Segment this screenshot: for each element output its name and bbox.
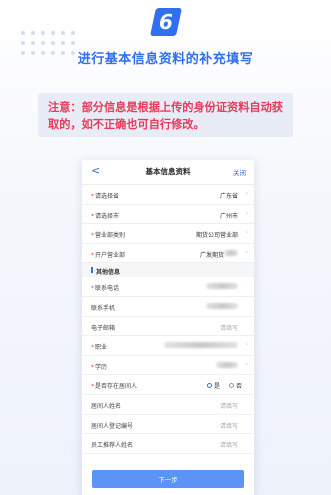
- field-label: 联系电话: [95, 285, 120, 293]
- radio-no[interactable]: 否: [228, 381, 242, 390]
- blurred-value: [224, 249, 238, 256]
- email-placeholder: 请填写: [219, 324, 238, 332]
- field-label: 居间人登记编号: [91, 422, 134, 430]
- chevron-right-icon: ›: [245, 248, 248, 256]
- intermediary-name-field[interactable]: 居间人姓名 请填写: [82, 395, 254, 415]
- required-mark: *: [91, 193, 94, 200]
- branch-value: 广发期货: [199, 251, 224, 259]
- province-value: 广东省: [219, 193, 238, 200]
- intermediary-id-field[interactable]: 居间人登记编号 请填写: [82, 415, 254, 435]
- mobile-field[interactable]: 联系手机: [82, 297, 254, 317]
- section-header: 其他信息: [82, 263, 254, 278]
- next-button[interactable]: 下一步: [92, 470, 244, 488]
- radio-yes[interactable]: 是: [206, 381, 220, 390]
- required-mark: *: [91, 232, 94, 240]
- branch-select[interactable]: *开户营业部 广发期货 ›: [82, 244, 254, 264]
- nav-bar: < 基本信息资料 关闭: [82, 160, 254, 185]
- city-value: 广州市: [219, 212, 238, 220]
- radio-checked-icon: [206, 383, 212, 389]
- step-badge: 6: [150, 8, 182, 36]
- nav-title: 基本信息资料: [145, 167, 191, 176]
- placeholder: 请填写: [219, 422, 238, 430]
- blurred-value: [216, 361, 238, 368]
- field-label: 是否存在居间人: [95, 383, 138, 391]
- placeholder: 请填写: [219, 442, 238, 450]
- phone-field[interactable]: *联系电话: [82, 277, 254, 297]
- city-select[interactable]: *请选择市 广州市 ›: [82, 205, 254, 225]
- radio-unchecked-icon: [228, 383, 234, 389]
- chevron-right-icon: ›: [245, 341, 248, 349]
- blurred-value: [206, 302, 238, 309]
- required-mark: *: [91, 251, 94, 259]
- field-label: 联系手机: [91, 304, 116, 312]
- required-mark: *: [91, 285, 94, 293]
- notice-box: 注意：部分信息是根据上传的身份证资料自动获取的，如不正确也可自行修改。: [38, 93, 293, 137]
- chevron-right-icon: ›: [245, 209, 248, 217]
- blurred-value: [164, 342, 238, 349]
- intermediary-radio-row: *是否存在居间人 是 否: [82, 375, 254, 395]
- occupation-select[interactable]: *职业 ›: [82, 336, 254, 356]
- placeholder: 请填写: [219, 402, 238, 410]
- field-label: 营业部类别: [95, 232, 126, 240]
- chevron-right-icon: ›: [245, 360, 248, 368]
- chevron-right-icon: ›: [245, 229, 248, 237]
- chevron-right-icon: ›: [245, 190, 248, 197]
- page-title: 进行基本信息资料的补充填写: [77, 52, 254, 67]
- section-label: 其他信息: [96, 269, 121, 277]
- branch-type-select[interactable]: *营业部类别 期货公司营业部 ›: [82, 224, 254, 244]
- field-label: 电子邮箱: [91, 324, 116, 332]
- required-mark: *: [91, 383, 94, 391]
- section-accent-bar: [91, 267, 93, 274]
- branch-type-value: 期货公司营业部: [195, 232, 238, 240]
- required-mark: *: [91, 344, 94, 352]
- required-mark: *: [91, 212, 94, 220]
- field-label: 居间人姓名: [91, 402, 122, 410]
- education-select[interactable]: *学历 ›: [82, 356, 254, 376]
- field-label: 请选择市: [95, 212, 120, 220]
- field-label: 职业: [95, 344, 108, 352]
- field-label: 员工推荐人姓名: [91, 442, 134, 450]
- required-mark: *: [91, 363, 94, 371]
- field-label: 请选择省: [95, 193, 120, 200]
- email-field[interactable]: 电子邮箱 请填写: [82, 317, 254, 337]
- referrer-name-field[interactable]: 员工推荐人姓名 请填写: [82, 434, 254, 454]
- blurred-value: [206, 283, 238, 290]
- province-select[interactable]: *请选择省 广东省 ›: [82, 185, 254, 205]
- close-link[interactable]: 关闭: [233, 167, 246, 177]
- phone-screen: < 基本信息资料 关闭 *请选择省 广东省 › *请选择市 广州市 › *营业部…: [82, 160, 254, 495]
- field-label: 学历: [95, 363, 108, 371]
- field-label: 开户营业部: [95, 251, 126, 259]
